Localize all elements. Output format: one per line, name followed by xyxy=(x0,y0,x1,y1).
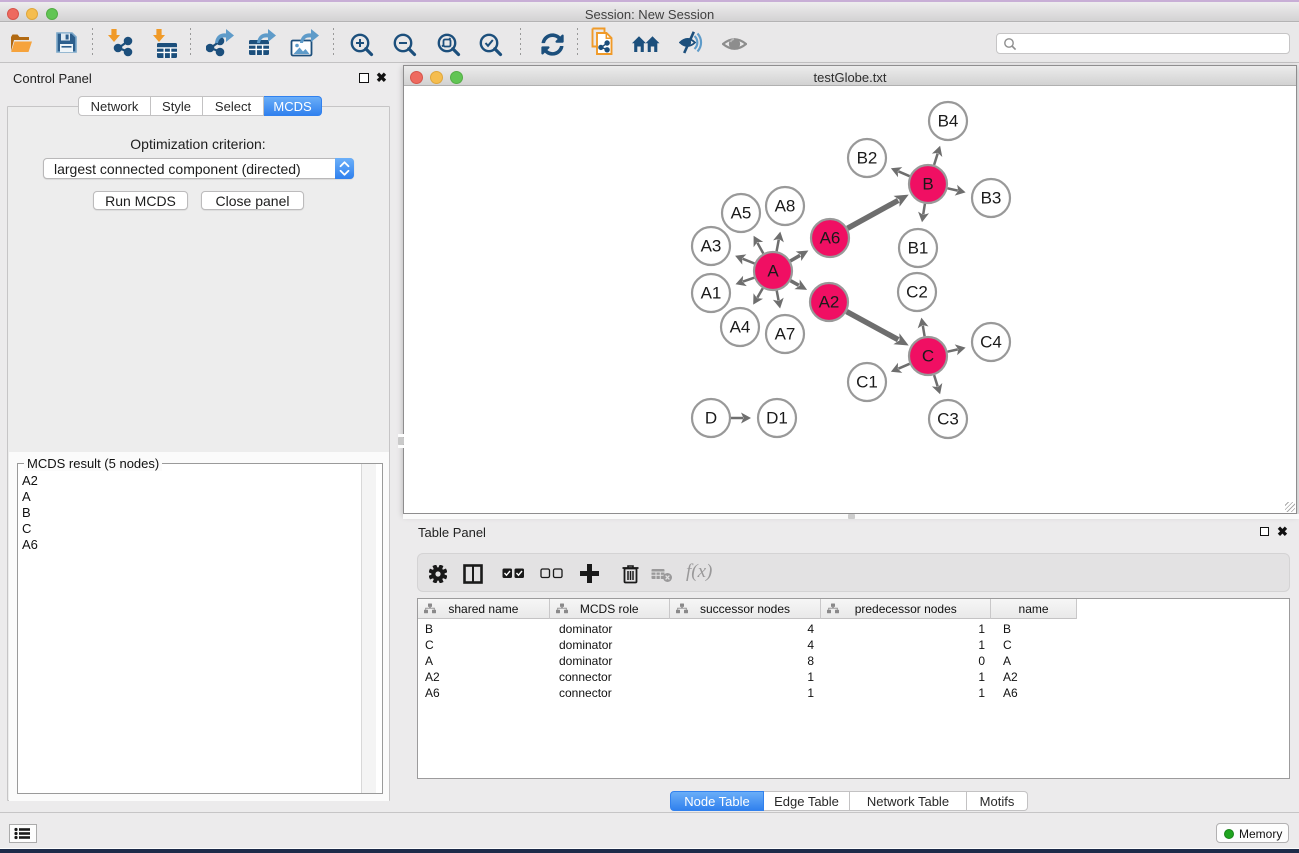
svg-text:A: A xyxy=(767,262,779,281)
svg-text:D: D xyxy=(705,409,717,428)
svg-text:A6: A6 xyxy=(820,229,841,248)
svg-text:A1: A1 xyxy=(701,284,722,303)
svg-text:A8: A8 xyxy=(775,197,796,216)
svg-text:C4: C4 xyxy=(980,333,1002,352)
svg-text:A5: A5 xyxy=(731,204,752,223)
svg-text:C1: C1 xyxy=(856,373,878,392)
svg-text:A4: A4 xyxy=(730,318,751,337)
svg-text:C: C xyxy=(922,347,934,366)
svg-text:B2: B2 xyxy=(857,149,878,168)
svg-text:C2: C2 xyxy=(906,283,928,302)
svg-text:B4: B4 xyxy=(938,112,959,131)
svg-text:A2: A2 xyxy=(819,293,840,312)
svg-text:D1: D1 xyxy=(766,409,788,428)
svg-text:A7: A7 xyxy=(775,325,796,344)
svg-text:C3: C3 xyxy=(937,410,959,429)
svg-text:B3: B3 xyxy=(981,189,1002,208)
svg-text:A3: A3 xyxy=(701,237,722,256)
svg-text:B: B xyxy=(922,175,933,194)
svg-text:B1: B1 xyxy=(908,239,929,258)
